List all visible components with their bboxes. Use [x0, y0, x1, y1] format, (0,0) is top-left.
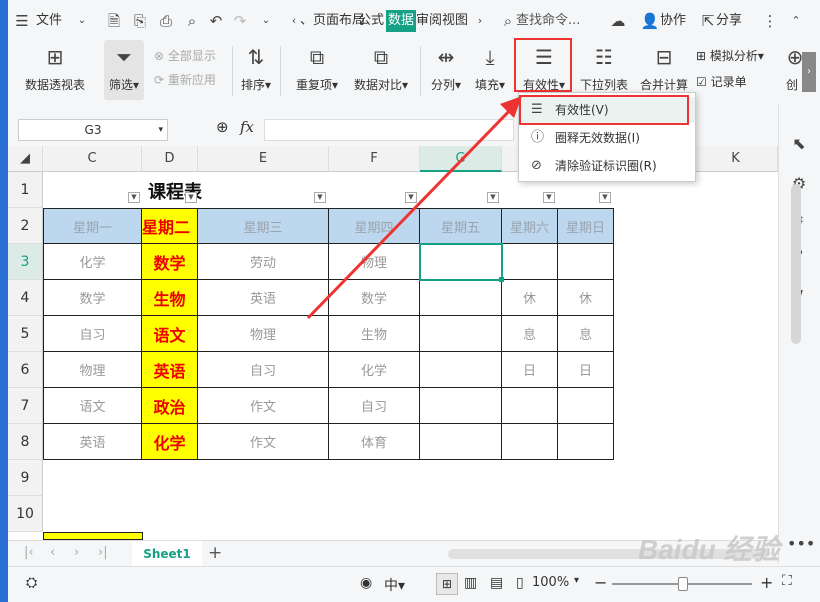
annotation-arrowhead	[500, 96, 522, 118]
watermark: Baidu 经验	[638, 534, 780, 565]
app-window: ☰ 文件 ⌄ 🗎 ⎘ ⎙ ⌕ ↶ ↷ ⌄ ‹ 、页面布局 公式 数据 审阅 视图…	[8, 0, 820, 602]
annotation-arrow-line	[306, 102, 518, 320]
annotation-arrow	[306, 96, 522, 320]
